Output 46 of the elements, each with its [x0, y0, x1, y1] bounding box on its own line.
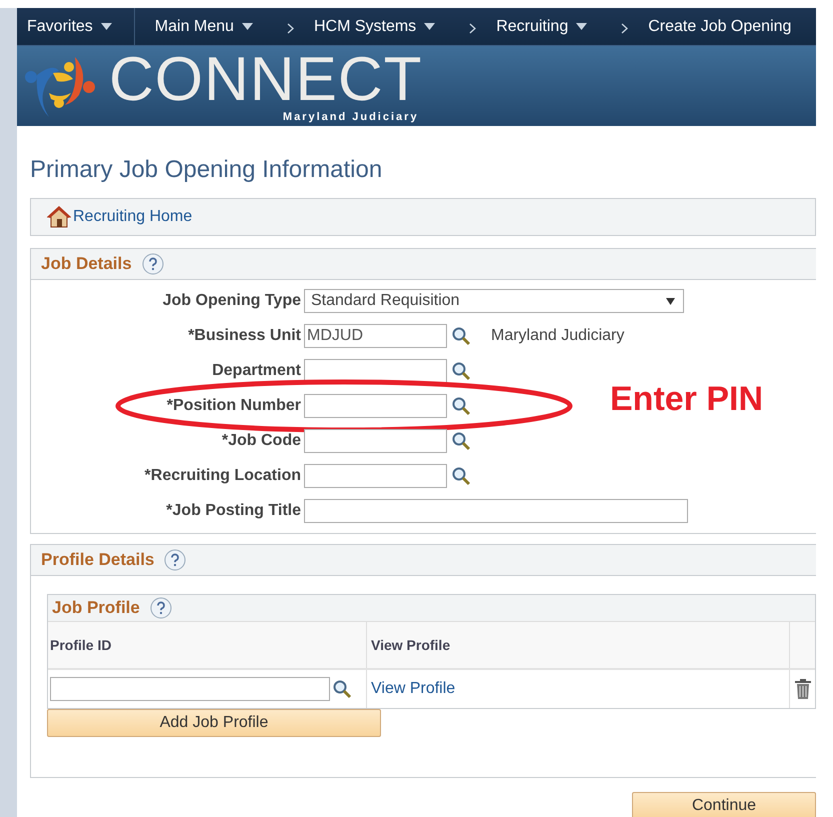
help-icon[interactable]	[142, 253, 164, 275]
input-field[interactable]	[304, 358, 447, 382]
input-field[interactable]	[304, 498, 688, 522]
page-title: Primary Job Opening Information	[30, 156, 384, 184]
search-icon[interactable]	[451, 466, 471, 486]
section-title: Job Details	[41, 254, 132, 274]
column-header: Profile ID	[48, 622, 367, 668]
input-field[interactable]	[50, 677, 330, 701]
logo-text: CONNECT	[109, 49, 423, 111]
view-profile-link[interactable]: View Profile	[371, 680, 456, 698]
nav-menu-item[interactable]: Favorites	[17, 8, 135, 45]
nav-menu-item[interactable]: HCM Systems	[304, 8, 446, 45]
add-job-profile-button[interactable]: Add Job Profile	[47, 709, 381, 737]
help-icon[interactable]	[150, 597, 172, 619]
continue-button[interactable]: Continue	[632, 792, 816, 817]
nav-menu-item[interactable]: Recruiting	[486, 8, 598, 45]
field-label: Job Opening Type	[162, 292, 302, 310]
annotation-text: Enter PIN	[610, 380, 764, 418]
input-field[interactable]	[304, 394, 447, 418]
input-field[interactable]: MDJUD	[304, 324, 447, 348]
dropdown-arrow-icon	[666, 298, 675, 304]
nav-menu-item[interactable]: Main Menu	[144, 8, 263, 45]
field-label: Department	[211, 362, 302, 380]
search-icon[interactable]	[451, 430, 471, 450]
field-label: *Job Code	[220, 432, 302, 450]
field-label: *Position Number	[166, 396, 302, 414]
section-title: Profile Details	[41, 550, 154, 570]
field-label: *Business Unit	[187, 326, 302, 344]
input-field[interactable]	[304, 428, 447, 452]
help-icon[interactable]	[164, 549, 186, 571]
column-header: View Profile	[367, 622, 790, 668]
search-icon[interactable]	[451, 326, 471, 346]
field-label: *Job Posting Title	[165, 502, 302, 520]
trash-icon[interactable]	[794, 679, 810, 699]
nav-menu-item[interactable]: Create Job Opening	[638, 8, 802, 45]
field-label: *Recruiting Location	[144, 466, 302, 484]
recruiting-home-link[interactable]: Recruiting Home	[73, 208, 192, 226]
field-description: Maryland Judiciary	[491, 326, 624, 344]
search-icon[interactable]	[451, 396, 471, 416]
dropdown-field[interactable]: Standard Requisition	[304, 288, 684, 312]
search-icon[interactable]	[451, 360, 471, 380]
logo-subtitle: Maryland Judiciary	[282, 111, 419, 123]
search-icon[interactable]	[332, 679, 352, 699]
house-icon	[47, 206, 71, 228]
grid-title: Job Profile	[52, 598, 140, 618]
input-field[interactable]	[304, 464, 447, 488]
